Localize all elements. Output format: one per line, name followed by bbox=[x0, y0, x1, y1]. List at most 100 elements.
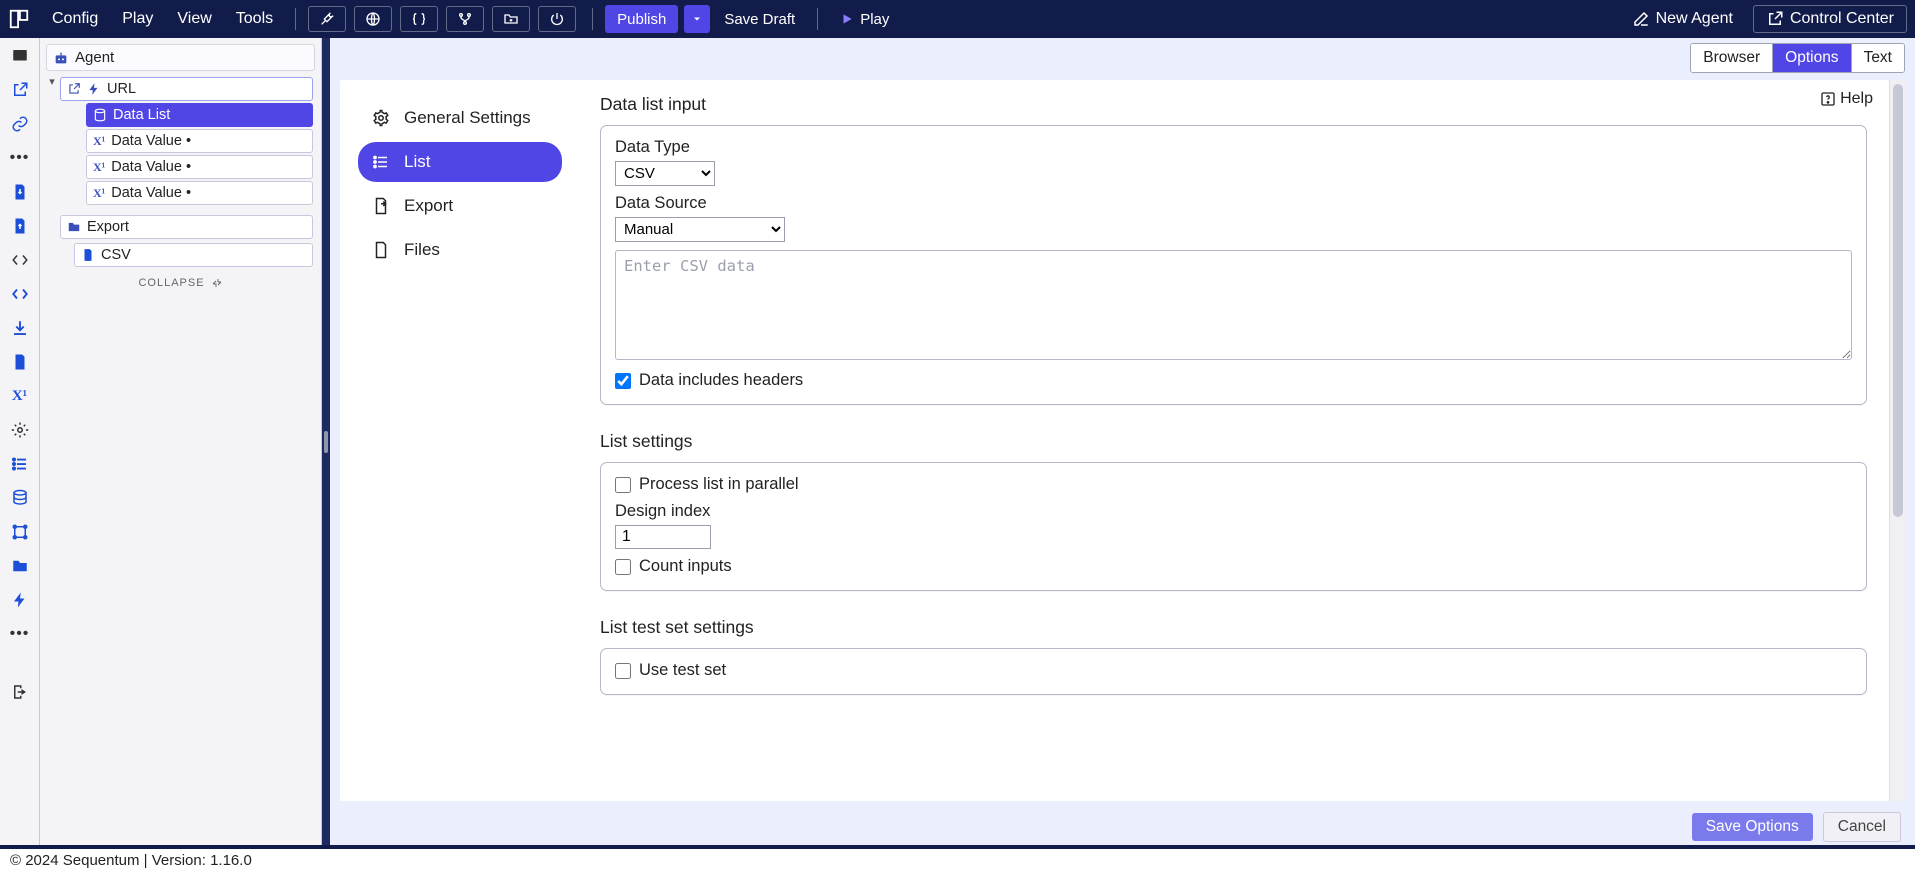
new-agent-label: New Agent bbox=[1656, 10, 1733, 28]
toolbar-wrench-icon[interactable] bbox=[308, 6, 346, 32]
variable-icon: X¹ bbox=[93, 160, 105, 175]
nav-list-label: List bbox=[404, 152, 430, 172]
count-inputs-row[interactable]: Count inputs bbox=[615, 557, 1852, 576]
rail-gear-icon[interactable] bbox=[8, 418, 32, 442]
variable-icon: X¹ bbox=[93, 134, 105, 149]
rail-bolt-icon[interactable] bbox=[8, 588, 32, 612]
play-button[interactable]: Play bbox=[830, 7, 899, 32]
control-center-button[interactable]: Control Center bbox=[1753, 5, 1907, 33]
toolbar-power-icon[interactable] bbox=[538, 6, 576, 32]
data-includes-headers-label: Data includes headers bbox=[639, 371, 803, 390]
menu-config[interactable]: Config bbox=[42, 4, 108, 34]
tree-export-label: Export bbox=[87, 219, 129, 235]
data-type-select[interactable]: CSV bbox=[615, 161, 715, 186]
menubar-divider bbox=[817, 8, 818, 30]
collapse-label: COLLAPSE bbox=[138, 277, 204, 289]
bottom-action-bar: Save Options Cancel bbox=[330, 809, 1915, 845]
menubar-divider bbox=[592, 8, 593, 30]
tree-csv-label: CSV bbox=[101, 247, 131, 263]
options-panel: Help General Settings List Export bbox=[340, 80, 1905, 801]
data-includes-headers-row[interactable]: Data includes headers bbox=[615, 371, 1852, 390]
rail-transform-icon[interactable] bbox=[8, 520, 32, 544]
tree-root-agent[interactable]: Agent bbox=[46, 44, 315, 71]
count-inputs-label: Count inputs bbox=[639, 557, 732, 576]
rail-doc-arrow-icon[interactable] bbox=[8, 180, 32, 204]
scrollbar[interactable] bbox=[1889, 80, 1905, 801]
nav-list[interactable]: List bbox=[358, 142, 562, 182]
save-draft-button[interactable]: Save Draft bbox=[714, 7, 805, 32]
help-label: Help bbox=[1840, 90, 1873, 108]
tree-node-csv[interactable]: CSV bbox=[74, 243, 313, 267]
nav-files[interactable]: Files bbox=[358, 230, 562, 270]
help-link[interactable]: Help bbox=[1820, 90, 1873, 108]
cancel-button[interactable]: Cancel bbox=[1823, 812, 1901, 842]
toolbar-folder-icon[interactable] bbox=[492, 6, 530, 32]
rail-code-alt-icon[interactable] bbox=[8, 282, 32, 306]
main-area: Browser Options Text Help General Settin… bbox=[330, 38, 1915, 845]
tree-node-data-list[interactable]: Data List bbox=[86, 103, 313, 127]
section-list-settings: List settings bbox=[600, 431, 1867, 452]
toolbar-braces-icon[interactable] bbox=[400, 6, 438, 32]
view-tab-browser[interactable]: Browser bbox=[1691, 44, 1773, 72]
menu-tools[interactable]: Tools bbox=[226, 4, 283, 34]
view-tab-text[interactable]: Text bbox=[1852, 44, 1904, 72]
data-source-select[interactable]: Manual bbox=[615, 217, 785, 242]
process-parallel-row[interactable]: Process list in parallel bbox=[615, 475, 1852, 494]
rail-exit-icon[interactable] bbox=[8, 680, 32, 704]
use-test-set-row[interactable]: Use test set bbox=[615, 661, 1852, 680]
rail-folder-blue-icon[interactable] bbox=[8, 554, 32, 578]
data-includes-headers-checkbox[interactable] bbox=[615, 373, 631, 389]
count-inputs-checkbox[interactable] bbox=[615, 559, 631, 575]
tree-data-value-label: Data Value • bbox=[111, 185, 191, 201]
tree-url-label: URL bbox=[107, 81, 136, 97]
tree-data-value-label: Data Value • bbox=[111, 133, 191, 149]
save-options-button[interactable]: Save Options bbox=[1692, 813, 1813, 841]
tree-collapse-button[interactable]: COLLAPSE bbox=[46, 269, 315, 297]
main-view-toolbar: Browser Options Text bbox=[330, 38, 1915, 78]
tree-node-data-value[interactable]: X¹ Data Value • bbox=[86, 129, 313, 153]
rail-page-icon[interactable] bbox=[8, 350, 32, 374]
rail-download-icon[interactable] bbox=[8, 316, 32, 340]
app-logo-icon bbox=[8, 8, 30, 30]
toolbar-globe-icon[interactable] bbox=[354, 6, 392, 32]
menubar: Config Play View Tools Publish Save Draf… bbox=[0, 0, 1915, 38]
tree-node-url[interactable]: URL bbox=[60, 77, 313, 101]
new-agent-button[interactable]: New Agent bbox=[1622, 6, 1743, 32]
rail-variable-icon[interactable]: X¹ bbox=[8, 384, 32, 408]
csv-data-textarea[interactable] bbox=[615, 250, 1852, 360]
agent-tree-panel: Agent ▾ URL Data List X¹ Data Value • bbox=[40, 38, 322, 845]
nav-general-settings[interactable]: General Settings bbox=[358, 98, 562, 138]
list-settings-box: Process list in parallel Design index Co… bbox=[600, 462, 1867, 591]
rail-external-icon[interactable] bbox=[8, 78, 32, 102]
tree-node-export[interactable]: Export bbox=[60, 215, 313, 239]
rail-code-icon[interactable] bbox=[8, 248, 32, 272]
nav-export[interactable]: Export bbox=[358, 186, 562, 226]
rail-list-icon[interactable] bbox=[8, 452, 32, 476]
tree-root-label: Agent bbox=[75, 49, 114, 66]
rail-window-icon[interactable] bbox=[8, 44, 32, 68]
menu-play[interactable]: Play bbox=[112, 4, 163, 34]
tree-node-data-value[interactable]: X¹ Data Value • bbox=[86, 155, 313, 179]
tree-expander[interactable]: ▾ bbox=[46, 75, 58, 88]
rail-doc-up-icon[interactable] bbox=[8, 214, 32, 238]
rail-link-icon[interactable] bbox=[8, 112, 32, 136]
lightning-icon bbox=[87, 82, 101, 96]
process-parallel-label: Process list in parallel bbox=[639, 475, 799, 494]
rail-more2-icon[interactable]: ••• bbox=[8, 622, 32, 646]
vertical-splitter[interactable] bbox=[322, 38, 330, 845]
rail-more-icon[interactable]: ••• bbox=[8, 146, 32, 170]
nav-general-label: General Settings bbox=[404, 108, 531, 128]
process-parallel-checkbox[interactable] bbox=[615, 477, 631, 493]
tree-node-data-value[interactable]: X¹ Data Value • bbox=[86, 181, 313, 205]
rail-database-icon[interactable] bbox=[8, 486, 32, 510]
use-test-set-checkbox[interactable] bbox=[615, 663, 631, 679]
menu-view[interactable]: View bbox=[167, 4, 221, 34]
scrollbar-thumb[interactable] bbox=[1893, 84, 1903, 517]
view-tab-options[interactable]: Options bbox=[1773, 44, 1851, 72]
publish-button[interactable]: Publish bbox=[605, 5, 678, 33]
publish-dropdown-caret[interactable] bbox=[684, 5, 710, 33]
design-index-input[interactable] bbox=[615, 525, 711, 549]
status-text: © 2024 Sequentum | Version: 1.16.0 bbox=[10, 852, 252, 869]
design-index-label: Design index bbox=[615, 502, 1852, 521]
toolbar-branch-icon[interactable] bbox=[446, 6, 484, 32]
